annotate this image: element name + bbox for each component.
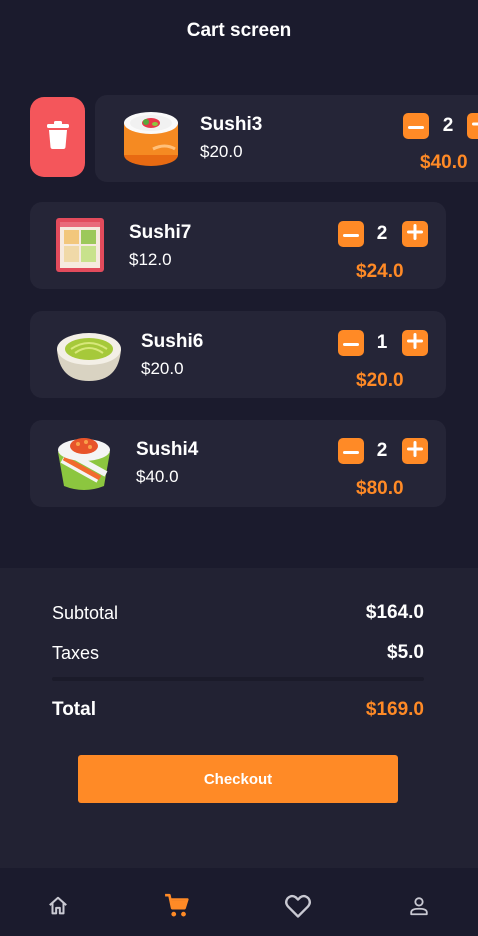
nav-home[interactable] [44,894,72,922]
increase-button[interactable] [402,330,428,356]
plus-icon [472,116,478,137]
increase-button[interactable] [467,113,478,139]
wasabi-bowl-icon [55,323,121,387]
minus-icon [343,334,359,352]
heart-icon [284,893,312,924]
item-name: Sushi3 [200,114,263,135]
cart-item[interactable]: Sushi3 $20.0 2 $40.0 [95,95,478,182]
item-name: Sushi7 [129,222,192,243]
plus-icon [407,223,423,245]
total-label: Total [52,699,96,720]
minus-icon [343,225,359,243]
total-value: $169.0 [365,699,424,720]
quantity-value: 2 [442,115,454,136]
decrease-button[interactable] [338,438,364,464]
delete-button[interactable] [30,97,85,177]
item-name: Sushi6 [141,331,204,352]
plus-icon [407,440,423,462]
quantity-value: 2 [376,223,388,244]
item-total: $40.0 [420,152,468,173]
bottom-nav [0,868,478,936]
taxes-value: $5.0 [387,642,424,663]
item-price: $20.0 [200,142,243,161]
sushi-roll-green-icon [52,430,116,494]
subtotal-label: Subtotal [52,603,119,623]
order-summary: Subtotal $164.0 Taxes $5.0 Total $169.0 … [0,568,478,868]
plus-icon [407,332,423,354]
cart-list[interactable]: Sushi3 $20.0 2 $40.0 Sushi7 $12.0 2 $24.… [0,0,478,568]
minus-icon [343,442,359,460]
item-price: $12.0 [129,250,172,269]
taxes-label: Taxes [52,643,100,663]
trash-icon [46,120,70,154]
nav-cart[interactable] [163,893,191,924]
sushi-roll-salmon-icon [119,105,183,169]
profile-icon [408,895,430,922]
checkout-button[interactable]: Checkout [78,755,398,803]
minus-icon [408,117,424,135]
item-total: $80.0 [356,478,404,499]
summary-divider [52,677,424,681]
decrease-button[interactable] [338,330,364,356]
item-price: $40.0 [136,467,179,486]
cart-item[interactable]: Sushi7 $12.0 2 $24.0 [30,202,446,289]
sushi-box-icon [48,212,112,276]
item-total: $20.0 [356,370,404,391]
item-name: Sushi4 [136,439,199,460]
decrease-button[interactable] [403,113,429,139]
quantity-value: 2 [376,440,388,461]
cart-icon [164,893,190,924]
item-total: $24.0 [356,261,404,282]
subtotal-value: $164.0 [365,602,424,623]
nav-profile[interactable] [405,894,433,922]
increase-button[interactable] [402,221,428,247]
decrease-button[interactable] [338,221,364,247]
quantity-value: 1 [376,332,388,353]
cart-item[interactable]: Sushi6 $20.0 1 $20.0 [30,311,446,398]
cart-item[interactable]: Sushi4 $40.0 2 $80.0 [30,420,446,507]
nav-favorites[interactable] [284,894,312,922]
home-icon [47,895,69,922]
increase-button[interactable] [402,438,428,464]
item-price: $20.0 [141,359,184,378]
